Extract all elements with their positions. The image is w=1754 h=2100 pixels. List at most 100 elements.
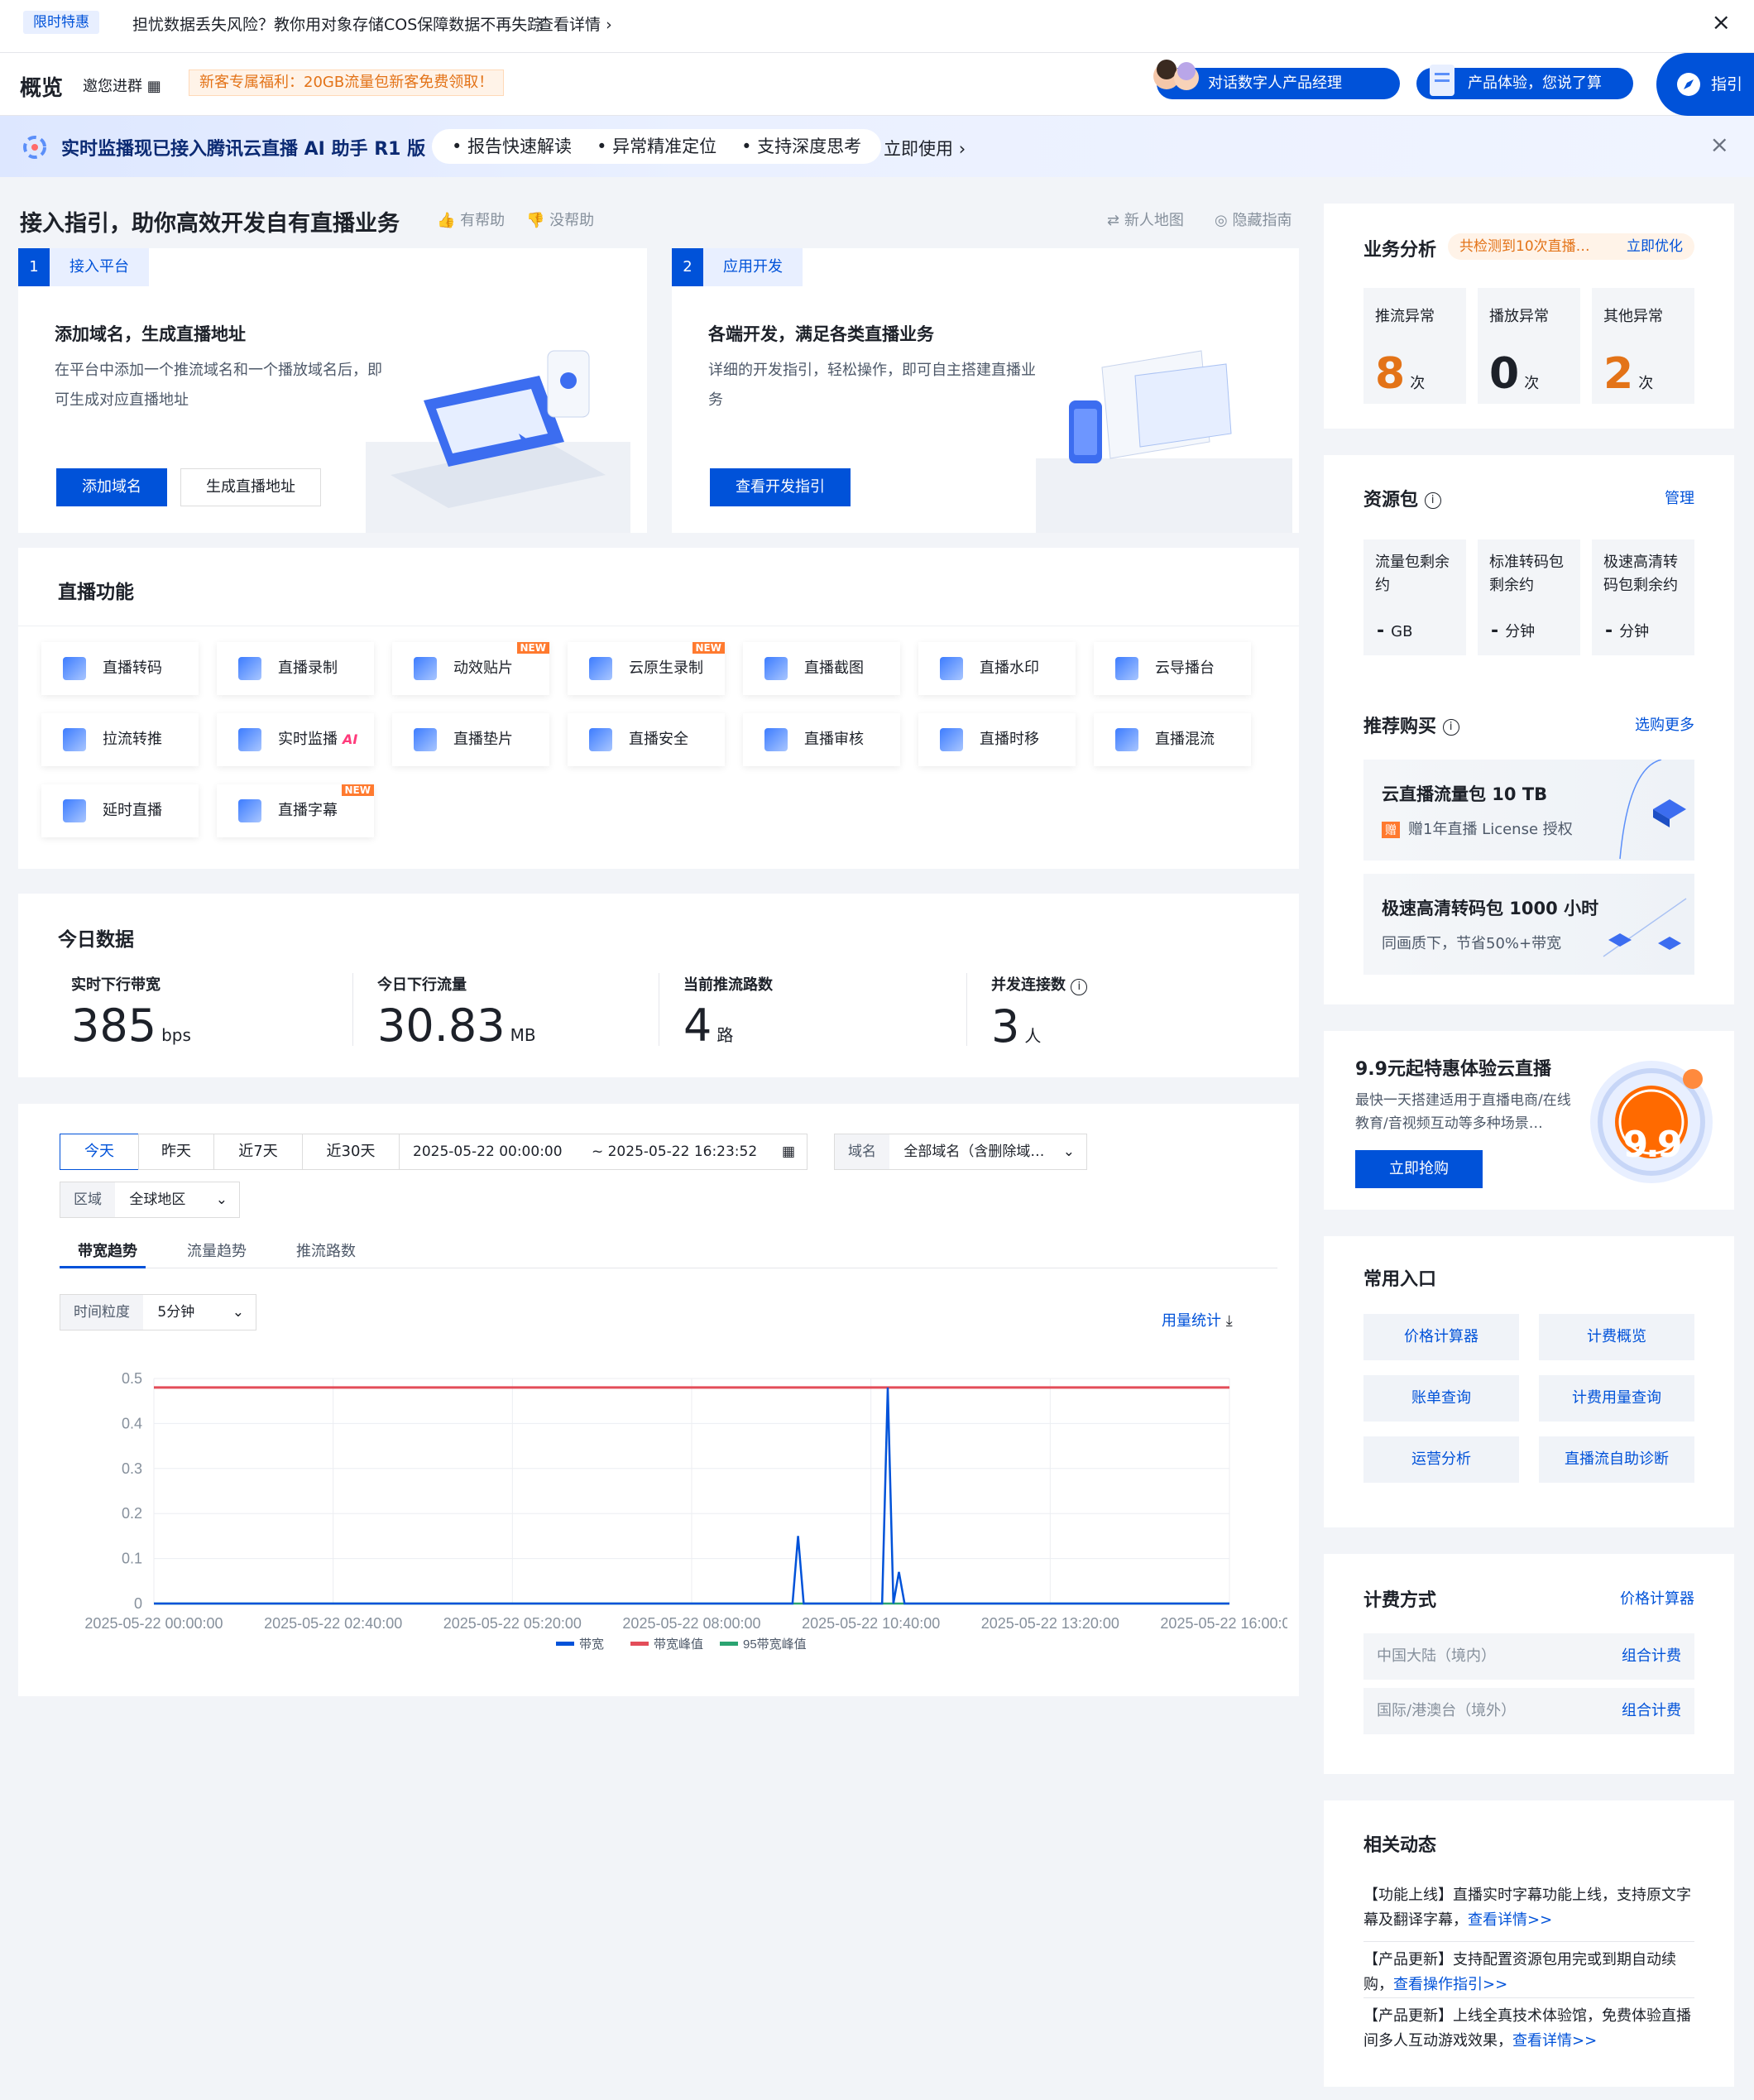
resource-unit: 分钟 <box>1619 623 1650 640</box>
resource-label: 流量包剩余约 <box>1375 554 1450 594</box>
tab-traffic[interactable]: 流量趋势 <box>187 1239 247 1261</box>
resource-item: 标准转码包剩余约 - 分钟 <box>1478 539 1580 655</box>
download-icon: ⤓ <box>1225 1312 1233 1330</box>
newbie-map-link[interactable]: ⇄ 新人地图 <box>1107 209 1184 230</box>
recommend-title-text: 推荐购买 <box>1363 717 1437 737</box>
combo-billing-link[interactable]: 组合计费 <box>1622 1633 1681 1680</box>
feature-item[interactable]: 拉流转推 <box>41 713 199 766</box>
feature-item[interactable]: 云原生录制 NEW <box>568 642 725 695</box>
domain-select[interactable]: 域名 全部域名（含删除域… ⌄ <box>834 1134 1087 1170</box>
granularity-select[interactable]: 时间粒度 5分钟 ⌄ <box>60 1294 256 1330</box>
feature-label: 直播截图 <box>804 659 864 677</box>
abnormal-push-card[interactable]: 推流异常 8次 <box>1363 288 1466 404</box>
close-icon[interactable]: × <box>1712 8 1731 36</box>
legend-label: 带宽 <box>579 1637 604 1652</box>
add-domain-button[interactable]: 添加域名 <box>56 468 167 506</box>
feature-item[interactable]: 直播字幕 NEW <box>217 784 374 837</box>
recommend-traffic-package[interactable]: 云直播流量包 10 TB 赠赠1年直播 License 授权 <box>1363 760 1694 861</box>
promo-text[interactable]: 担忧数据丢失风险？教你用对象存储COS保障数据不再失踪 <box>132 12 543 35</box>
y-tick-label: 0.1 <box>122 1551 142 1567</box>
news-title: 相关动态 <box>1363 1835 1437 1856</box>
digital-manager-button[interactable]: 对话数字人产品经理 <box>1153 60 1400 99</box>
region-select[interactable]: 区域 全球地区 ⌄ <box>60 1182 240 1218</box>
helpful-button[interactable]: 👍 有帮助 <box>437 209 505 230</box>
promo-link[interactable]: 查看详情 › <box>538 12 612 35</box>
product-feedback-button[interactable]: 产品体验，您说了算 <box>1416 65 1633 99</box>
y-tick-label: 0.5 <box>122 1370 142 1387</box>
feature-item[interactable]: 延时直播 <box>41 784 199 837</box>
feature-item[interactable]: 直播截图 <box>743 642 900 695</box>
promo-bar: 限时特惠 担忧数据丢失风险？教你用对象存储COS保障数据不再失踪 查看详情 › … <box>0 0 1754 53</box>
optimize-link[interactable]: 立即优化 <box>1627 233 1683 260</box>
feature-item[interactable]: 动效贴片 NEW <box>392 642 549 695</box>
guide-button[interactable]: 指引 <box>1656 53 1754 116</box>
invite-group-link[interactable]: 邀您进群 ▦ <box>83 74 161 96</box>
date-range-picker[interactable]: 2025-05-22 00:00:00 ~ 2025-05-22 16:23:5… <box>399 1134 808 1170</box>
price-calculator-link[interactable]: 价格计算器 <box>1620 1587 1694 1609</box>
news-link[interactable]: 查看详情>> <box>1512 2032 1597 2050</box>
bandwidth-chart: 0 0.1 0.2 0.3 0.4 0.5 2025-05-22 00:00:00 2025-… <box>84 1370 1287 1652</box>
feature-item[interactable]: 直播安全 <box>568 713 725 766</box>
tab-streams[interactable]: 推流路数 <box>296 1239 356 1261</box>
feature-item[interactable]: 直播录制 <box>217 642 374 695</box>
range-7days[interactable]: 近7天 <box>213 1134 303 1170</box>
quick-usage-query[interactable]: 计费用量查询 <box>1539 1375 1694 1422</box>
info-icon[interactable]: i <box>1424 492 1441 509</box>
feature-item[interactable]: 云导播台 <box>1094 642 1251 695</box>
shop-more-link[interactable]: 选购更多 <box>1635 713 1694 735</box>
info-icon[interactable]: i <box>1442 719 1459 736</box>
range-yesterday[interactable]: 昨天 <box>138 1134 214 1170</box>
news-link[interactable]: 查看详情>> <box>1468 1911 1552 1929</box>
info-icon[interactable]: i <box>1071 979 1088 995</box>
close-icon[interactable]: × <box>1710 131 1729 158</box>
feature-item[interactable]: 直播水印 <box>918 642 1076 695</box>
legend-label: 95带宽峰值 <box>743 1637 807 1652</box>
news-item: 【产品更新】上线全真技术体验馆，免费体验直播间多人互动游戏效果，查看详情>> <box>1363 2004 1694 2054</box>
tab-bandwidth[interactable]: 带宽趋势 <box>78 1239 137 1261</box>
unhelpful-button[interactable]: 👎 没帮助 <box>526 209 594 230</box>
chevron-down-icon: ⌄ <box>232 1304 244 1321</box>
news-link[interactable]: 查看操作指引>> <box>1393 1976 1507 1993</box>
step-number: 2 <box>672 248 703 286</box>
manage-link[interactable]: 管理 <box>1665 487 1694 508</box>
new-customer-gift-banner[interactable]: 新客专属福利：20GB流量包新客免费领取！ <box>189 70 505 96</box>
feature-item[interactable]: 直播时移 <box>918 713 1076 766</box>
gift-tag: 赠 <box>1382 822 1400 838</box>
divider <box>966 973 967 1046</box>
feature-item[interactable]: 直播混流 <box>1094 713 1251 766</box>
combo-billing-link[interactable]: 组合计费 <box>1622 1688 1681 1734</box>
domain-label: 域名 <box>835 1134 889 1169</box>
y-tick-label: 0.4 <box>122 1415 142 1431</box>
range-30days[interactable]: 近30天 <box>302 1134 400 1170</box>
guide-title: 接入指引，助你高效开发自有直播业务 <box>20 211 400 237</box>
buy-now-button[interactable]: 立即抢购 <box>1355 1150 1483 1188</box>
today-title: 今日数据 <box>58 929 134 951</box>
quick-operation-analysis[interactable]: 运营分析 <box>1363 1436 1519 1483</box>
quick-stream-diagnosis[interactable]: 直播流自助诊断 <box>1539 1436 1694 1483</box>
generate-address-button[interactable]: 生成直播地址 <box>180 468 321 506</box>
recommend-transcode-package[interactable]: 极速高清转码包 1000 小时 同画质下，节省50%+带宽 <box>1363 874 1694 975</box>
ai-use-link[interactable]: 立即使用 › <box>884 136 966 161</box>
feature-item[interactable]: 直播审核 <box>743 713 900 766</box>
stat-traffic: 今日下行流量 30.83 MB <box>377 973 650 1056</box>
feature-item[interactable]: 直播转码 <box>41 642 199 695</box>
feature-icon <box>1115 728 1138 751</box>
divider <box>352 973 353 1046</box>
quick-price-calculator[interactable]: 价格计算器 <box>1363 1314 1519 1360</box>
quick-billing-overview[interactable]: 计费概览 <box>1539 1314 1694 1360</box>
feature-item[interactable]: 直播垫片 <box>392 713 549 766</box>
usage-stats-link[interactable]: 用量统计 ⤓ <box>1162 1309 1233 1330</box>
resource-label: 极速高清转码包剩余约 <box>1603 554 1678 594</box>
granularity-label: 时间粒度 <box>60 1295 143 1330</box>
range-today[interactable]: 今天 <box>60 1134 139 1170</box>
abnormal-play-card[interactable]: 播放异常 0次 <box>1478 288 1580 404</box>
dev-guide-button[interactable]: 查看开发指引 <box>710 468 851 506</box>
feature-item[interactable]: 实时监播 AI <box>217 713 374 766</box>
feature-icon <box>63 799 86 822</box>
sparkle-logo-icon <box>23 136 46 159</box>
ai-assistant-banner: 实时监播现已接入腾讯云直播 AI 助手 R1 版 • 报告快速解读 • 异常精准定… <box>0 116 1754 177</box>
trial-price: 9.9 <box>1622 1124 1683 1166</box>
abnormal-other-card[interactable]: 其他异常 2次 <box>1592 288 1694 404</box>
hide-guide-link[interactable]: ◎ 隐藏指南 <box>1215 209 1292 230</box>
quick-bill-query[interactable]: 账单查询 <box>1363 1375 1519 1422</box>
